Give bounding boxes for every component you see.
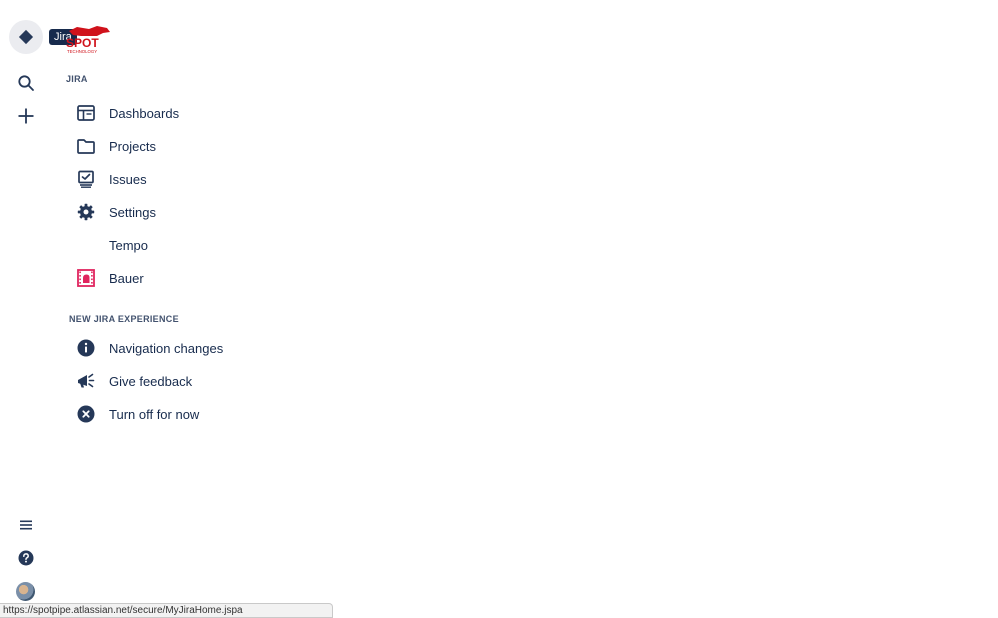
menu-button[interactable] [10, 509, 42, 541]
hamburger-icon [20, 520, 32, 530]
nav-item-label: Tempo [109, 237, 149, 253]
nav-item-label: Turn off for now [109, 406, 200, 422]
section-title-jira: JIRA [66, 74, 88, 84]
folder-icon [72, 132, 100, 160]
nav-item-label: Dashboards [109, 105, 180, 121]
nav-item-label: Bauer [109, 270, 144, 286]
browser-status-url: https://spotpipe.atlassian.net/secure/My… [0, 603, 333, 618]
nav-item-label: Projects [109, 138, 156, 154]
nav-item-label: Settings [109, 204, 156, 220]
bauer-app-icon [72, 264, 100, 292]
nav-item-navigation-changes[interactable]: Navigation changes [72, 334, 223, 362]
gear-icon [72, 198, 100, 226]
avatar[interactable] [16, 582, 35, 601]
info-icon [72, 334, 100, 362]
jira-home-button[interactable] [9, 20, 43, 54]
nav-item-turn-off[interactable]: Turn off for now [72, 400, 199, 428]
search-icon [18, 75, 34, 91]
nav-item-projects[interactable]: Projects [72, 132, 156, 160]
help-icon [18, 550, 34, 566]
help-button[interactable] [10, 542, 42, 574]
nav-item-bauer[interactable]: Bauer [72, 264, 144, 292]
issues-icon [72, 165, 100, 193]
global-navigation: Jira [0, 0, 77, 618]
brand-name: SPOT [66, 36, 99, 50]
spot-technology-logo: SPOT TECHNOLOGY [63, 25, 111, 55]
nav-item-give-feedback[interactable]: Give feedback [72, 367, 192, 395]
megaphone-icon [72, 367, 100, 395]
nav-item-tempo[interactable]: Tempo [72, 231, 148, 259]
nav-item-label: Issues [109, 171, 147, 187]
jira-diamond-icon [18, 29, 34, 45]
nav-item-dashboards[interactable]: Dashboards [72, 99, 179, 127]
nav-item-issues[interactable]: Issues [72, 165, 147, 193]
nav-item-label: Give feedback [109, 373, 193, 389]
section-title-new-experience: NEW JIRA EXPERIENCE [69, 314, 179, 324]
create-button[interactable] [10, 100, 42, 132]
dashboard-icon [72, 99, 100, 127]
close-circle-icon [72, 400, 100, 428]
plus-icon [18, 108, 34, 124]
search-button[interactable] [10, 67, 42, 99]
nav-item-label: Navigation changes [109, 340, 224, 356]
tempo-icon-placeholder [72, 231, 100, 259]
nav-item-settings[interactable]: Settings [72, 198, 156, 226]
brand-tagline: TECHNOLOGY [67, 49, 97, 54]
